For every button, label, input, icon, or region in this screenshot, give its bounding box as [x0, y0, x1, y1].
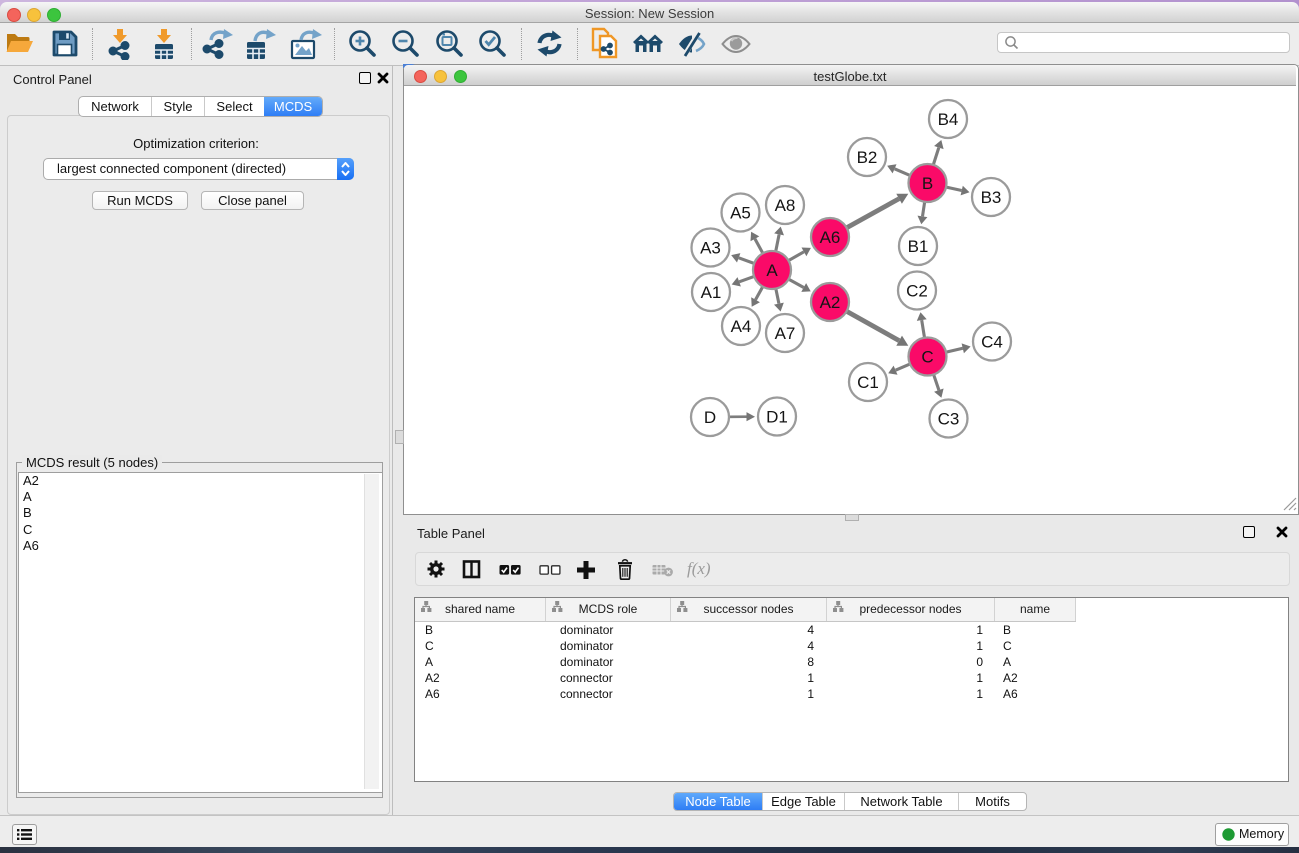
- svg-text:C2: C2: [906, 282, 928, 301]
- svg-text:D: D: [704, 408, 716, 427]
- svg-text:C3: C3: [938, 410, 960, 429]
- svg-text:D1: D1: [766, 408, 788, 427]
- svg-text:A5: A5: [730, 204, 751, 223]
- svg-text:C1: C1: [857, 373, 879, 392]
- svg-text:B2: B2: [857, 148, 878, 167]
- svg-text:A2: A2: [820, 293, 841, 312]
- svg-text:B4: B4: [938, 110, 959, 129]
- svg-text:B: B: [922, 174, 933, 193]
- svg-text:A3: A3: [700, 239, 721, 258]
- svg-text:A8: A8: [775, 196, 796, 215]
- svg-text:A4: A4: [731, 317, 752, 336]
- svg-text:A1: A1: [701, 283, 722, 302]
- svg-text:A7: A7: [775, 324, 796, 343]
- svg-text:B1: B1: [908, 237, 929, 256]
- svg-text:C4: C4: [981, 333, 1003, 352]
- svg-text:A6: A6: [820, 228, 841, 247]
- svg-text:C: C: [921, 348, 933, 367]
- svg-text:A: A: [766, 261, 778, 280]
- svg-text:B3: B3: [981, 188, 1002, 207]
